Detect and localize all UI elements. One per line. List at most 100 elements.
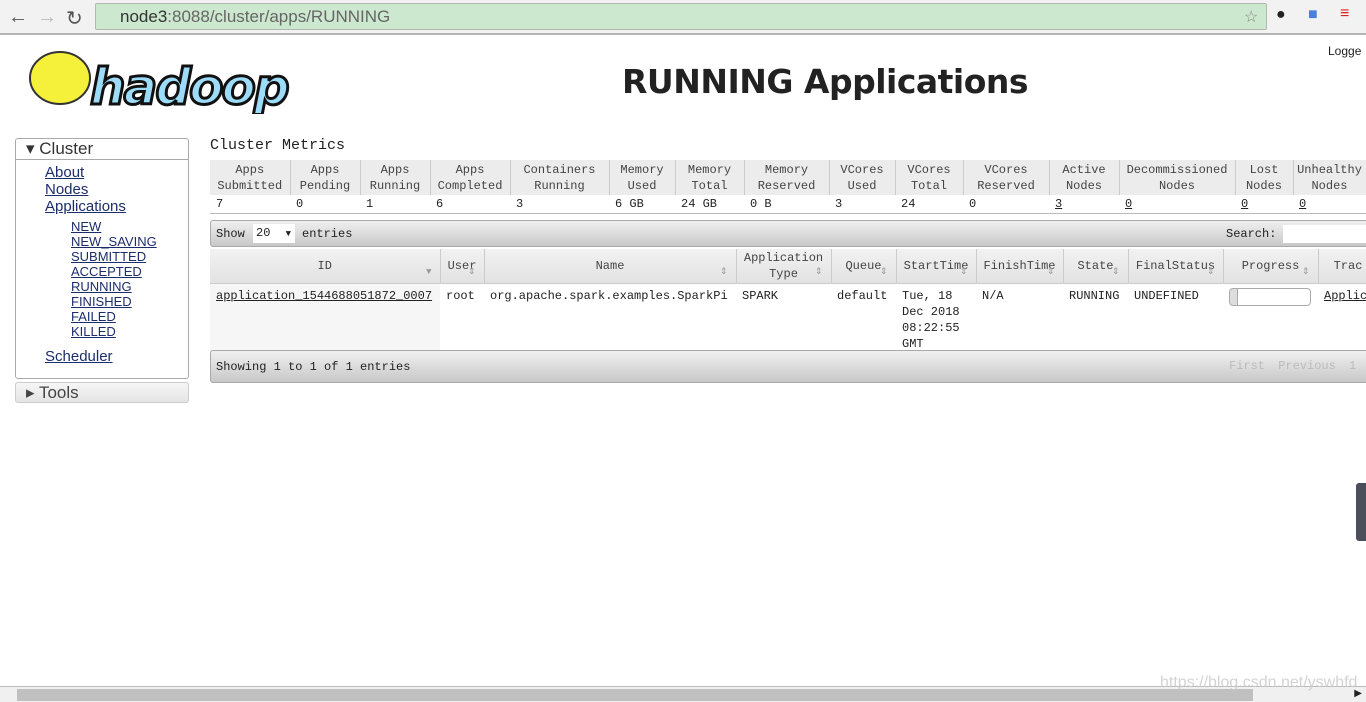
cell-text: SPARK — [742, 288, 779, 303]
metric-value: 6 — [430, 195, 510, 214]
column-header[interactable]: ID ▼ — [210, 249, 441, 284]
sidebar-subitem-submitted[interactable]: SUBMITTED — [71, 249, 188, 264]
sidebar-subitem-new[interactable]: NEW — [71, 219, 188, 234]
watermark: https://blog.csdn.net/yswhfd — [1160, 674, 1358, 691]
search-input[interactable] — [1283, 225, 1366, 243]
applications-table: ID ▼ User ⇕ Name ⇕ Application Type ⇕ Queue ⇕ Start… — [210, 249, 1366, 356]
metric-value[interactable]: 0 — [1119, 195, 1235, 214]
extension-icon[interactable]: ● — [1276, 6, 1286, 24]
sidebar-subitem-accepted[interactable]: ACCEPTED — [71, 264, 188, 279]
sort-icon: ⇕ — [1046, 266, 1055, 277]
metric-value: 3 — [829, 195, 895, 214]
tracking-cell: Applic — [1318, 283, 1366, 356]
metric-header: Lost Nodes — [1235, 160, 1294, 195]
progress-bar — [1229, 287, 1311, 306]
side-widget-handle[interactable] — [1356, 483, 1366, 541]
reload-icon[interactable]: ↻ — [66, 6, 83, 31]
chevron-down-icon: ▼ — [285, 229, 292, 239]
type-cell: SPARK — [736, 283, 831, 356]
sidebar-subitem-finished[interactable]: FINISHED — [71, 294, 188, 309]
column-header[interactable]: FinishTime ⇕ — [976, 249, 1064, 284]
column-header[interactable]: FinalStatus ⇕ — [1128, 249, 1224, 284]
column-header[interactable]: State ⇕ — [1063, 249, 1129, 284]
search-label: Search: — [1226, 227, 1277, 241]
name-cell: org.apache.spark.examples.SparkPi — [484, 283, 736, 356]
scrollbar-thumb[interactable] — [17, 689, 1253, 701]
sidebar-item-scheduler[interactable]: Scheduler — [45, 348, 188, 365]
metric-value: 24 GB — [675, 195, 744, 214]
sort-icon: ⇕ — [719, 266, 728, 277]
metric-header: Unhealthy Nodes — [1293, 160, 1366, 195]
sort-icon: ⇕ — [1111, 266, 1120, 277]
metric-value: 1 — [360, 195, 430, 214]
translate-icon[interactable]: ■ — [1308, 6, 1318, 24]
start-time-line: Tue, 18 — [902, 288, 953, 303]
page-size-select[interactable]: 20 ▼ — [253, 224, 295, 243]
metric-value: 0 — [290, 195, 360, 214]
column-header[interactable]: User ⇕ — [440, 249, 485, 284]
progress-cell — [1223, 283, 1318, 356]
back-icon[interactable]: ← — [8, 6, 28, 29]
page-title: RUNNING Applications — [622, 62, 1029, 101]
svg-text:hadoop: hadoop — [90, 58, 288, 114]
start-time-line: Dec 2018 — [902, 304, 960, 319]
start-time-line: 08:22:55 — [902, 320, 960, 335]
metric-header: Memory Reserved — [744, 160, 830, 195]
table-row: application_1544688051872_0007 root org.ap… — [210, 283, 1366, 356]
column-header[interactable]: Progress ⇕ — [1223, 249, 1319, 284]
pager-page-1[interactable]: 1 — [1346, 359, 1359, 373]
cell-text: RUNNING — [1069, 288, 1120, 303]
table-footer: Showing 1 to 1 of 1 entries First Previo… — [210, 350, 1366, 383]
address-bar[interactable]: node3:8088/cluster/apps/RUNNING — [95, 3, 1267, 30]
show-label: Show — [216, 227, 245, 241]
table-toolbar: Show 20 ▼ entries Search: — [210, 220, 1366, 247]
column-header[interactable]: Queue ⇕ — [831, 249, 897, 284]
sort-desc-icon: ▼ — [426, 266, 432, 277]
pager-first[interactable]: First — [1226, 359, 1268, 373]
sort-icon: ⇕ — [1206, 266, 1215, 277]
cell-text: org.apache.spark.examples.SparkPi — [490, 288, 728, 303]
column-header[interactable]: Name ⇕ — [484, 249, 737, 284]
forward-icon[interactable]: → — [37, 6, 57, 29]
queue-cell: default — [831, 283, 896, 356]
cluster-toggle[interactable]: ▾ Cluster — [16, 139, 188, 160]
sidebar-cluster: ▾ Cluster About Nodes Applications NEW NE… — [15, 138, 189, 379]
final-status-cell: UNDEFINED — [1128, 283, 1223, 356]
metric-header: Memory Total — [675, 160, 745, 195]
metric-value[interactable]: 3 — [1049, 195, 1119, 214]
progress-fill — [1230, 288, 1238, 305]
sidebar-subitem-running[interactable]: RUNNING — [71, 279, 188, 294]
column-header[interactable]: Trac — [1318, 249, 1366, 284]
cell-text: N/A — [982, 288, 1004, 303]
hadoop-logo: hadoop — [29, 51, 291, 114]
metric-header: VCores Total — [895, 160, 964, 195]
metric-value[interactable]: 0 — [1293, 195, 1366, 214]
browser-toolbar: ← → ↻ node3:8088/cluster/apps/RUNNING ☆ … — [0, 0, 1366, 35]
metric-header: Memory Used — [609, 160, 676, 195]
sidebar-item-applications[interactable]: Applications — [45, 198, 188, 215]
tracking-link[interactable]: Applic — [1324, 289, 1366, 303]
sidebar-subitem-killed[interactable]: KILLED — [71, 324, 188, 339]
cell-text: default — [837, 288, 888, 303]
cluster-metrics-title: Cluster Metrics — [210, 137, 346, 154]
pager: First Previous 1 — [1226, 359, 1359, 373]
showing-info: Showing 1 to 1 of 1 entries — [216, 360, 411, 374]
user-cell: root — [440, 283, 484, 356]
metric-header: Apps Pending — [290, 160, 361, 195]
url-host: node3 — [120, 7, 168, 26]
star-icon[interactable]: ☆ — [1244, 7, 1258, 27]
column-header[interactable]: Application Type ⇕ — [736, 249, 832, 284]
start-cell: Tue, 18 Dec 2018 08:22:55 GMT — [896, 283, 976, 356]
metric-value[interactable]: 0 — [1235, 195, 1293, 214]
application-id-link[interactable]: application_1544688051872_0007 — [216, 289, 432, 303]
sidebar-subitem-failed[interactable]: FAILED — [71, 309, 188, 324]
sidebar-tools[interactable]: ▸ Tools — [15, 382, 189, 403]
column-header[interactable]: StartTime ⇕ — [896, 249, 977, 284]
cell-text: root — [446, 288, 475, 303]
menu-icon[interactable]: ≡ — [1340, 5, 1349, 23]
pager-previous[interactable]: Previous — [1275, 359, 1339, 373]
finish-cell: N/A — [976, 283, 1063, 356]
sidebar-subitem-new_saving[interactable]: NEW_SAVING — [71, 234, 188, 249]
sidebar-item-about[interactable]: About — [45, 164, 188, 181]
sidebar-item-nodes[interactable]: Nodes — [45, 181, 188, 198]
